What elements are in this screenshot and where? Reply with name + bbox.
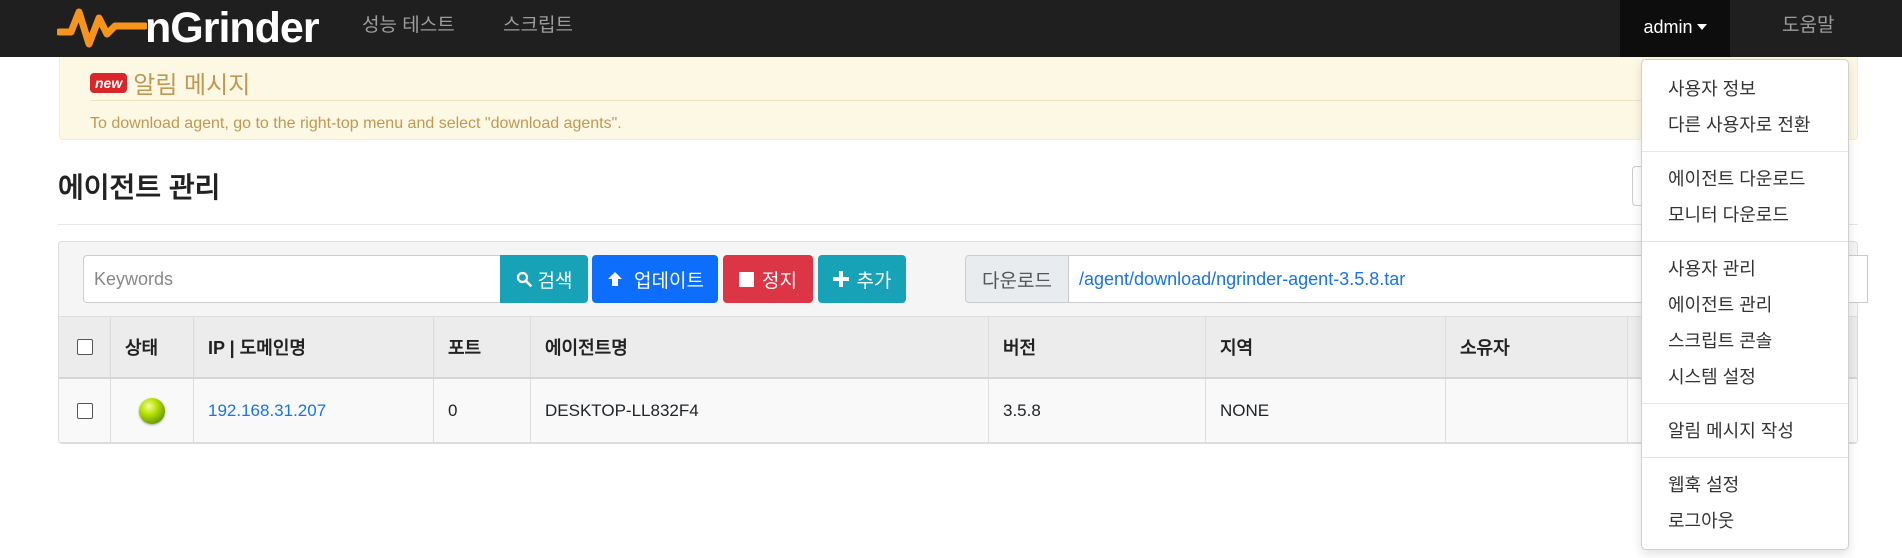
menu-divider	[1642, 151, 1848, 152]
divider	[58, 224, 1858, 225]
menu-user-management[interactable]: 사용자 관리	[1668, 255, 1756, 281]
agent-name-cell: DESKTOP-LL832F4	[531, 379, 989, 442]
table-row: 192.168.31.207 0 DESKTOP-LL832F4 3.5.8 N…	[59, 379, 1857, 443]
port-cell: 0	[434, 379, 531, 442]
user-name: admin	[1643, 17, 1693, 37]
menu-webhook-settings[interactable]: 웹훅 설정	[1668, 471, 1739, 497]
notice-title: 알림 메시지	[133, 72, 251, 99]
update-button-label: 업데이트	[634, 270, 704, 292]
select-all-cell	[59, 317, 111, 377]
status-cell	[111, 379, 194, 442]
nav-help[interactable]: 도움말	[1782, 0, 1834, 57]
arrow-up-icon	[608, 272, 623, 286]
ip-cell: 192.168.31.207	[194, 379, 434, 442]
notice-header: new 알림 메시지	[90, 65, 1830, 101]
menu-download-agent[interactable]: 에이전트 다운로드	[1668, 165, 1805, 191]
version-cell: 3.5.8	[989, 379, 1206, 442]
header-region[interactable]: 지역	[1206, 317, 1446, 377]
menu-switch-user[interactable]: 다른 사용자로 전환	[1668, 111, 1810, 137]
header-owner[interactable]: 소유자	[1446, 317, 1628, 377]
header-agent-name[interactable]: 에이전트명	[531, 317, 989, 377]
owner-cell	[1446, 379, 1628, 442]
menu-download-monitor[interactable]: 모니터 다운로드	[1668, 201, 1789, 227]
header-port[interactable]: 포트	[434, 317, 531, 377]
logo-wave-icon	[57, 8, 147, 48]
header-ip[interactable]: IP | 도메인명	[194, 317, 434, 377]
menu-script-console[interactable]: 스크립트 콘솔	[1668, 327, 1772, 353]
search-button-label: 검색	[537, 270, 573, 292]
search-button[interactable]: 검색	[500, 255, 588, 303]
caret-down-icon	[1696, 23, 1707, 30]
ngrinder-logo[interactable]: nGrinder	[57, 4, 320, 52]
menu-divider	[1642, 457, 1848, 458]
add-button-label: 추가	[856, 270, 892, 292]
menu-write-notice[interactable]: 알림 메시지 작성	[1668, 417, 1794, 443]
agent-panel: 검색 업데이트 정지 추가 다운로드 /agent/download/ngrin…	[58, 241, 1868, 444]
region-cell: NONE	[1206, 379, 1446, 442]
new-badge: new	[90, 72, 128, 93]
nav-script[interactable]: 스크립트	[503, 0, 573, 57]
page-title: 에이전트 관리	[58, 172, 221, 203]
top-navbar: nGrinder 성능 테스트 스크립트 admin 도움말	[0, 0, 1902, 57]
menu-logout[interactable]: 로그아웃	[1668, 507, 1734, 533]
stop-button-label: 정지	[762, 270, 797, 292]
status-ready-icon	[139, 397, 165, 424]
user-menu-toggle[interactable]: admin	[1620, 0, 1730, 57]
table-header: 상태 IP | 도메인명 포트 에이전트명 버전 지역 소유자	[59, 316, 1857, 379]
header-status[interactable]: 상태	[111, 317, 194, 377]
user-dropdown-menu: 사용자 정보 다른 사용자로 전환 에이전트 다운로드 모니터 다운로드 사용자…	[1641, 59, 1849, 550]
menu-agent-management[interactable]: 에이전트 관리	[1668, 291, 1772, 317]
brand-name: nGrinder	[145, 4, 320, 52]
plus-icon	[832, 271, 849, 287]
ip-link[interactable]: 192.168.31.207	[208, 401, 326, 421]
menu-divider	[1642, 241, 1848, 242]
download-label: 다운로드	[965, 255, 1069, 303]
stop-icon	[739, 271, 755, 287]
row-select-cell	[59, 379, 111, 442]
notice-body: To download agent, go to the right-top m…	[90, 115, 622, 132]
notice-banner: new 알림 메시지 To download agent, go to the …	[59, 57, 1858, 140]
select-all-checkbox[interactable]	[77, 339, 93, 355]
menu-divider	[1642, 403, 1848, 404]
menu-system-config[interactable]: 시스템 설정	[1668, 363, 1756, 389]
update-button[interactable]: 업데이트	[592, 255, 718, 303]
menu-user-profile[interactable]: 사용자 정보	[1668, 75, 1756, 101]
add-button[interactable]: 추가	[818, 255, 906, 303]
search-icon	[516, 271, 532, 287]
stop-button[interactable]: 정지	[723, 255, 813, 303]
header-version[interactable]: 버전	[989, 317, 1206, 377]
search-input[interactable]	[83, 255, 501, 303]
nav-performance-test[interactable]: 성능 테스트	[362, 0, 455, 57]
row-checkbox[interactable]	[77, 402, 93, 419]
